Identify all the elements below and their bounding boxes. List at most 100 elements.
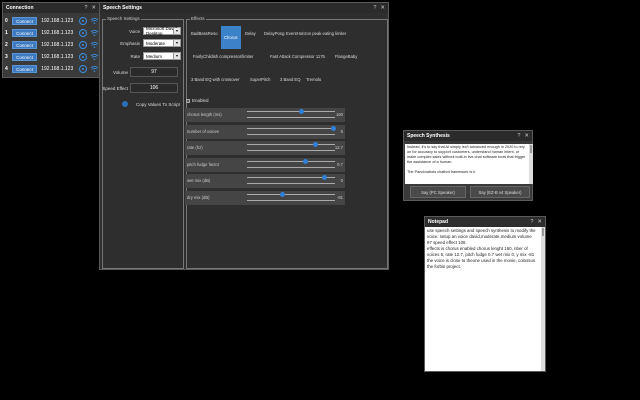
- connect-button[interactable]: Connect: [11, 65, 38, 73]
- ip-address[interactable]: 192.168.1.123: [41, 18, 78, 24]
- effect-fairlychildish-compressor-limiter[interactable]: FairlyChildish compressor/limiter: [193, 54, 254, 59]
- notepad-titlebar: Notepad ? ✕: [425, 217, 545, 227]
- synthesis-text[interactable]: Instead, it's to say that AI simply isn'…: [405, 144, 529, 184]
- param-row: dry mix (dB) -81: [185, 190, 345, 205]
- slider-track-secondary: [247, 133, 335, 135]
- volume-input[interactable]: 97: [130, 67, 178, 77]
- param-label: chorus length (ms): [187, 112, 222, 117]
- slider-thumb[interactable]: [321, 175, 327, 180]
- group-label: Speech Settings: [106, 16, 141, 21]
- volume-label: Volume: [112, 70, 128, 75]
- slider-track-secondary: [247, 117, 335, 118]
- wifi-icon: [90, 29, 99, 36]
- say-ezb-speaker-button[interactable]: Say (EZ-B v4 Speaker): [470, 186, 530, 198]
- enabled-label: Enabled: [192, 98, 209, 103]
- connection-titlebar: Connection ? ✕: [3, 3, 99, 13]
- connection-row: 3 Connect 192.168.1.123: [3, 52, 99, 62]
- effect-fast-attack-compressor-1175[interactable]: Fast Attack Compressor 1175: [270, 54, 325, 59]
- slider-track-secondary: [247, 183, 335, 184]
- speed-effect-input[interactable]: 106: [130, 83, 178, 93]
- effect-flangebaby[interactable]: FlangeBaby: [335, 54, 357, 59]
- connect-button[interactable]: Connect: [11, 53, 38, 61]
- wifi-icon: [90, 65, 99, 72]
- connection-index: 1: [5, 30, 8, 36]
- param-label: dry mix (dB): [187, 194, 210, 200]
- speech-synthesis-title: Speech Synthesis: [407, 133, 450, 139]
- rate-value: Medium: [146, 53, 163, 59]
- close-icon[interactable]: ✕: [91, 5, 96, 11]
- ip-address[interactable]: 192.168.1.123: [41, 66, 78, 72]
- effect-delay[interactable]: Delay: [245, 31, 256, 36]
- ip-address[interactable]: 192.168.1.123: [41, 30, 78, 36]
- speech-settings-title: Speech Settings: [103, 5, 142, 11]
- gear-icon[interactable]: [79, 17, 88, 25]
- notepad-window: Notepad ? ✕ use speech settings and spee…: [424, 216, 546, 372]
- emphasis-value: Moderate: [146, 40, 166, 46]
- speech-settings-titlebar: Speech Settings ? ✕: [100, 3, 388, 13]
- connection-index: 4: [5, 66, 8, 72]
- chevron-down-icon: ▾: [173, 40, 180, 46]
- param-label: wet mix (dB): [187, 178, 211, 183]
- say-pc-speaker-button[interactable]: Say (PC Speaker): [410, 186, 466, 198]
- chevron-down-icon: ▾: [173, 53, 180, 59]
- param-value: 0.7: [337, 161, 343, 167]
- close-icon[interactable]: ✕: [380, 5, 385, 11]
- slider-thumb[interactable]: [279, 191, 285, 197]
- help-icon[interactable]: ?: [530, 219, 533, 225]
- connection-row: 0 Connect 192.168.1.123: [3, 16, 99, 26]
- slider-track[interactable]: [247, 193, 335, 195]
- ip-address[interactable]: 192.168.1.123: [41, 42, 78, 48]
- effect-tremolo[interactable]: Tremolo: [306, 77, 321, 82]
- emphasis-select[interactable]: Moderate ▾: [143, 39, 181, 47]
- voice-select[interactable]: Microsoft David Desktop ▾: [143, 26, 181, 36]
- connection-index: 0: [5, 18, 8, 24]
- connection-row: 4 Connect 192.168.1.123: [3, 64, 99, 74]
- effect-badbassreso[interactable]: BadBassReso: [191, 31, 218, 36]
- effect-delaypong[interactable]: DelayPong: [264, 31, 285, 36]
- gear-icon[interactable]: [79, 41, 88, 49]
- enabled-checkbox[interactable]: Enabled: [186, 98, 209, 103]
- speech-synthesis-titlebar: Speech Synthesis ? ✕: [404, 131, 532, 141]
- copy-values-label: Copy Values To Script: [136, 101, 180, 107]
- param-label: number of voices: [187, 128, 219, 134]
- gear-icon[interactable]: [79, 29, 88, 37]
- effect-chorus[interactable]: Chorus: [221, 26, 241, 49]
- close-icon[interactable]: ✕: [524, 133, 529, 139]
- slider-thumb[interactable]: [302, 158, 308, 164]
- slider-thumb[interactable]: [330, 125, 336, 131]
- close-icon[interactable]: ✕: [537, 219, 542, 225]
- notepad-scrollbar[interactable]: [541, 227, 545, 371]
- ip-address[interactable]: 192.168.1.123: [41, 54, 78, 60]
- effect-eventhorizon-peak-eating-limiter[interactable]: EventHorizon peak eating limiter: [286, 31, 346, 36]
- slider-thumb[interactable]: [313, 142, 319, 147]
- effect-superpitch[interactable]: SuperPitch: [250, 77, 270, 82]
- slider-track[interactable]: [247, 111, 335, 112]
- pin-icon[interactable]: ?: [84, 5, 87, 11]
- slider-track[interactable]: [247, 127, 335, 129]
- param-value: 160: [336, 112, 343, 117]
- effect-3-band-eq-with-crossover[interactable]: 3 Band EQ with crossover: [191, 77, 239, 82]
- param-value: 0: [340, 178, 343, 183]
- connect-button[interactable]: Connect: [11, 17, 38, 25]
- notepad-text[interactable]: use speech settings and speech synthesis…: [425, 227, 539, 371]
- rate-select[interactable]: Medium ▾: [143, 52, 181, 60]
- connect-button[interactable]: Connect: [11, 29, 38, 37]
- connect-button[interactable]: Connect: [11, 41, 38, 49]
- slider-track[interactable]: [247, 144, 335, 145]
- help-icon[interactable]: ?: [517, 133, 520, 139]
- param-row: rate (hz) 12.7: [185, 141, 345, 155]
- gear-icon[interactable]: [79, 53, 88, 61]
- copy-values-button[interactable]: Copy Values To Script: [122, 101, 180, 107]
- param-label: rate (hz): [187, 145, 203, 150]
- connection-index: 2: [5, 42, 8, 48]
- gear-icon[interactable]: [79, 65, 88, 73]
- param-value: 12.7: [334, 145, 343, 150]
- voice-label: Voice: [128, 29, 140, 34]
- help-icon[interactable]: ?: [373, 5, 376, 11]
- slider-track[interactable]: [247, 160, 335, 162]
- synthesis-scrollbar[interactable]: [529, 144, 533, 184]
- speech-synthesis-window: Speech Synthesis ? ✕ Instead, it's to sa…: [403, 130, 533, 201]
- connection-row: 2 Connect 192.168.1.123: [3, 40, 99, 50]
- slider-thumb[interactable]: [299, 109, 305, 114]
- effect-3-band-eq[interactable]: 3 Band EQ: [280, 77, 301, 82]
